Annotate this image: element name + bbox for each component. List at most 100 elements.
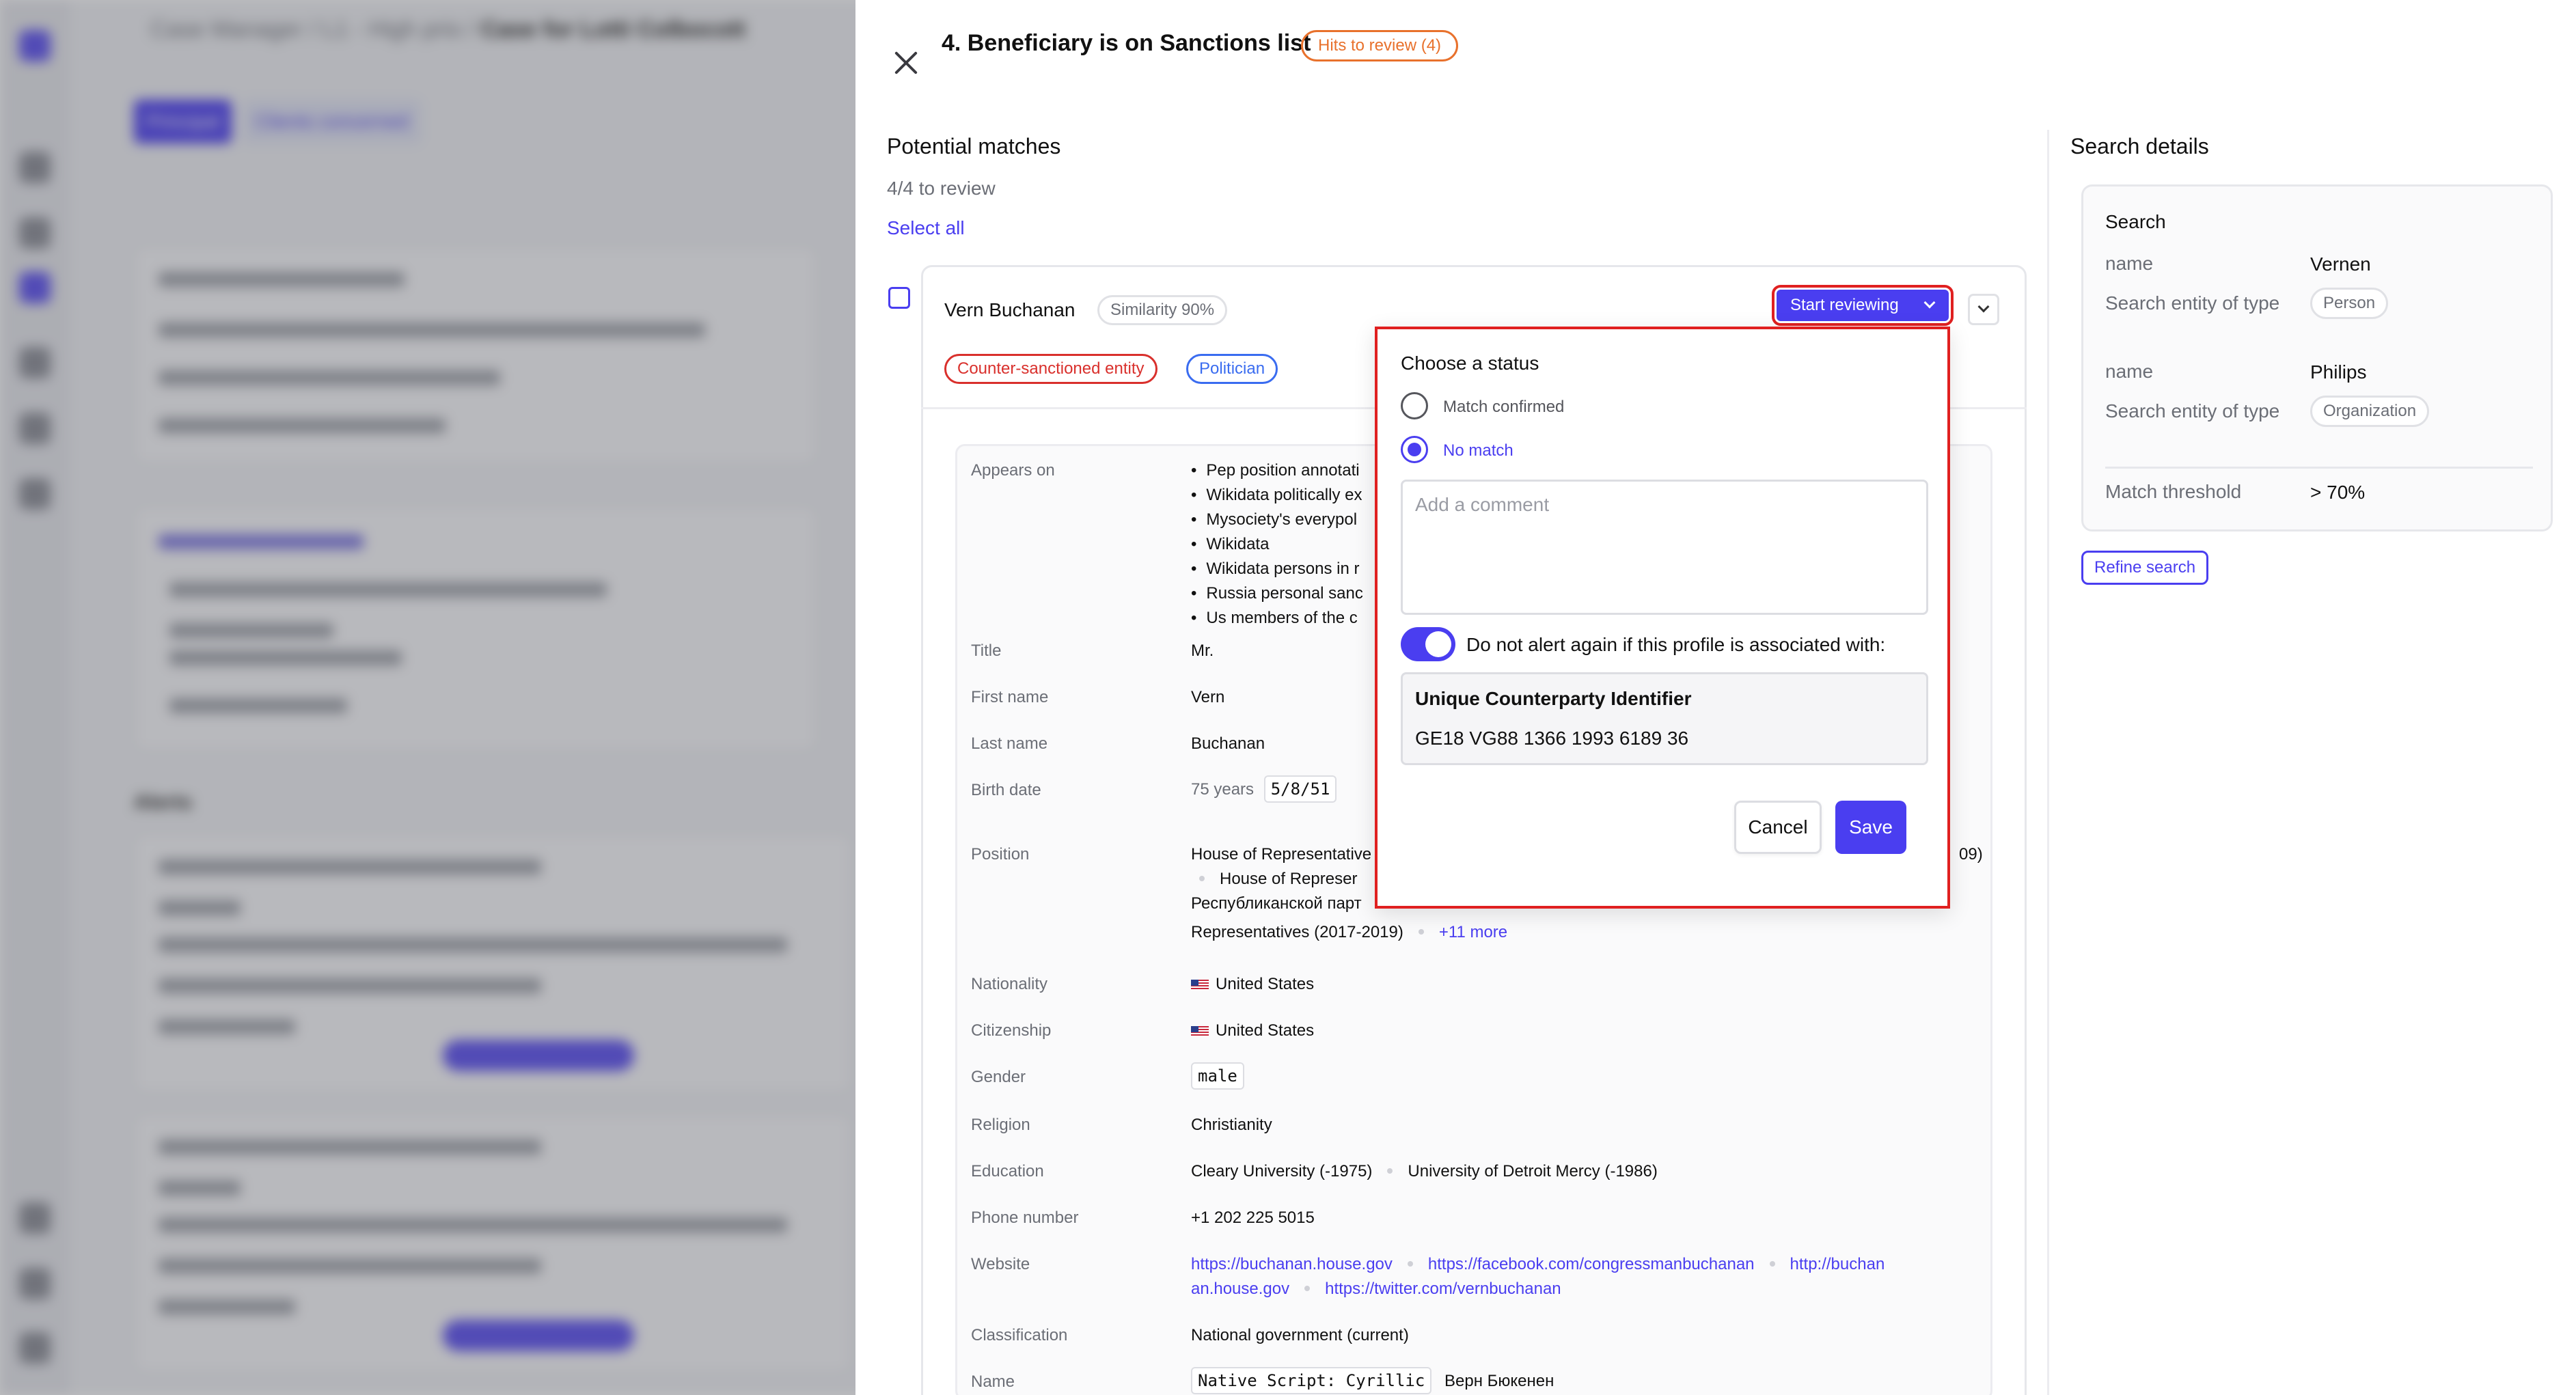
start-reviewing-button[interactable]: Start reviewing bbox=[1772, 285, 1954, 326]
last-name-label: Last name bbox=[971, 734, 1048, 753]
radio-match-confirmed[interactable] bbox=[1401, 392, 1428, 419]
last-name-value: Buchanan bbox=[1191, 734, 1265, 753]
tag-counter-sanctioned: Counter-sanctioned entity bbox=[944, 354, 1157, 384]
phone-link[interactable]: +1 202 225 5015 bbox=[1191, 1208, 1315, 1228]
website-label: Website bbox=[971, 1255, 1030, 1273]
to-review-count: 4/4 to review bbox=[887, 178, 996, 199]
search-type-label: Search entity of type bbox=[2105, 400, 2280, 422]
uci-label: Unique Counterparty Identifier bbox=[1415, 688, 1692, 709]
panel-divider bbox=[2047, 130, 2049, 1395]
match-name: Vern Buchanan bbox=[944, 299, 1075, 320]
citizenship-text: United States bbox=[1216, 1021, 1315, 1040]
first-name-value: Vern bbox=[1191, 688, 1225, 706]
position-more-link[interactable]: +11 more bbox=[1439, 923, 1507, 941]
phone-label: Phone number bbox=[971, 1208, 1079, 1227]
search-details-card: Search name Vernen Search entity of type… bbox=[2081, 184, 2553, 531]
appears-on-label: Appears on bbox=[971, 461, 1055, 480]
name-native-text: Верн Бюкенен bbox=[1444, 1372, 1554, 1390]
gender-label: Gender bbox=[971, 1068, 1026, 1086]
select-all-link[interactable]: Select all bbox=[887, 217, 965, 239]
search-card-divider bbox=[2105, 467, 2533, 469]
radio-no-match[interactable] bbox=[1401, 436, 1428, 463]
comment-input[interactable] bbox=[1401, 480, 1928, 615]
threshold-label: Match threshold bbox=[2105, 481, 2242, 502]
position-line: Representatives (2017-2019) +11 more bbox=[1191, 923, 1507, 942]
position-line-text: House of Represer bbox=[1220, 870, 1358, 888]
do-not-alert-toggle[interactable] bbox=[1401, 627, 1455, 661]
uci-value: GE18 VG88 1366 1993 6189 36 bbox=[1415, 728, 1689, 749]
search-name-label: name bbox=[2105, 361, 2154, 382]
radio-label-match-confirmed[interactable]: Match confirmed bbox=[1443, 398, 1564, 417]
gender-value: male bbox=[1191, 1062, 1244, 1090]
list-item: Wikidata politically ex bbox=[1191, 483, 1363, 508]
education-label: Education bbox=[971, 1162, 1044, 1180]
list-item: Russia personal sanc bbox=[1191, 581, 1362, 606]
first-name-label: First name bbox=[971, 688, 1049, 706]
website-link[interactable]: https://buchanan.house.gov bbox=[1191, 1255, 1393, 1273]
citizenship-value: United States bbox=[1191, 1021, 1314, 1040]
similarity-badge: Similarity 90% bbox=[1097, 295, 1228, 325]
position-line-text: Representatives (2017-2019) bbox=[1191, 923, 1403, 941]
expand-match-button[interactable] bbox=[1968, 294, 1999, 325]
do-not-alert-label: Do not alert again if this profile is as… bbox=[1466, 634, 1886, 655]
website-link[interactable]: http://buchan bbox=[1790, 1255, 1885, 1273]
modal-overlay[interactable] bbox=[0, 0, 855, 1395]
citizenship-label: Citizenship bbox=[971, 1021, 1052, 1040]
chevron-down-icon bbox=[1923, 296, 1936, 309]
save-button[interactable]: Save bbox=[1835, 801, 1906, 854]
education-item: Cleary University (-1975) bbox=[1191, 1162, 1373, 1180]
nationality-value: United States bbox=[1191, 975, 1314, 994]
list-item: Wikidata bbox=[1191, 532, 1363, 557]
tag-politician: Politician bbox=[1186, 354, 1278, 384]
website-link[interactable]: https://twitter.com/vernbuchanan bbox=[1325, 1280, 1561, 1298]
appears-on-list: Pep position annotati Wikidata political… bbox=[1191, 458, 1363, 631]
title-label: Title bbox=[971, 641, 1002, 660]
name-script-box: Native Script: Cyrillic bbox=[1191, 1367, 1432, 1394]
list-item: Us members of the c bbox=[1191, 606, 1363, 631]
search-type-label: Search entity of type bbox=[2105, 292, 2280, 314]
potential-matches-title: Potential matches bbox=[887, 134, 1061, 158]
refine-search-button[interactable]: Refine search bbox=[2081, 551, 2209, 585]
search-card-title: Search bbox=[2105, 211, 2166, 232]
cancel-button[interactable]: Cancel bbox=[1734, 801, 1822, 854]
website-link[interactable]: https://facebook.com/congressmanbuchanan bbox=[1428, 1255, 1755, 1273]
match-checkbox[interactable] bbox=[888, 287, 910, 309]
website-list: https://buchanan.house.gov https://facebo… bbox=[1191, 1255, 1885, 1274]
list-item: Pep position annotati bbox=[1191, 458, 1363, 483]
uci-box: Unique Counterparty Identifier GE18 VG88… bbox=[1401, 672, 1928, 765]
title-value: Mr. bbox=[1191, 641, 1214, 660]
religion-label: Religion bbox=[971, 1116, 1030, 1134]
search-type-chip: Person bbox=[2310, 288, 2389, 319]
popover-title: Choose a status bbox=[1401, 353, 1539, 374]
religion-value: Christianity bbox=[1191, 1116, 1272, 1134]
name-value: Native Script: Cyrillic Верн Бюкенен bbox=[1191, 1367, 1554, 1394]
hits-badge: Hits to review (4) bbox=[1301, 30, 1459, 61]
close-icon[interactable] bbox=[892, 49, 920, 77]
search-name-value: Philips bbox=[2310, 361, 2367, 383]
website-link[interactable]: an.house.gov bbox=[1191, 1280, 1289, 1298]
radio-label-no-match[interactable]: No match bbox=[1443, 441, 1513, 460]
gender-box: male bbox=[1191, 1062, 1244, 1090]
search-name-label: name bbox=[2105, 253, 2154, 274]
list-item: Mysociety's everypol bbox=[1191, 508, 1363, 532]
status-popover: Choose a status Match confirmed No match… bbox=[1375, 327, 1950, 909]
name-label: Name bbox=[971, 1372, 1015, 1391]
classification-value: National government (current) bbox=[1191, 1326, 1409, 1344]
start-reviewing-label: Start reviewing bbox=[1790, 296, 1899, 314]
website-list-cont: an.house.gov https://twitter.com/vernbuch… bbox=[1191, 1280, 1561, 1299]
education-value: Cleary University (-1975) University of D… bbox=[1191, 1162, 1658, 1181]
classification-label: Classification bbox=[971, 1326, 1068, 1344]
search-details-title: Search details bbox=[2070, 134, 2209, 158]
birth-date-value: 75 years 5/8/51 bbox=[1191, 775, 1337, 803]
us-flag-icon bbox=[1191, 979, 1209, 991]
position-line: House of Represer bbox=[1199, 870, 1357, 889]
birth-date-box: 5/8/51 bbox=[1263, 775, 1337, 803]
list-item: Wikidata persons in r bbox=[1191, 557, 1363, 581]
position-label: Position bbox=[971, 845, 1030, 864]
birth-date-label: Birth date bbox=[971, 781, 1041, 799]
position-line: House of Representative bbox=[1191, 845, 1372, 864]
position-line-end: 09) bbox=[1959, 845, 1983, 864]
position-line: Республиканской парт bbox=[1191, 894, 1362, 913]
threshold-value: > 70% bbox=[2310, 482, 2366, 503]
search-type-chip: Organization bbox=[2310, 396, 2430, 427]
